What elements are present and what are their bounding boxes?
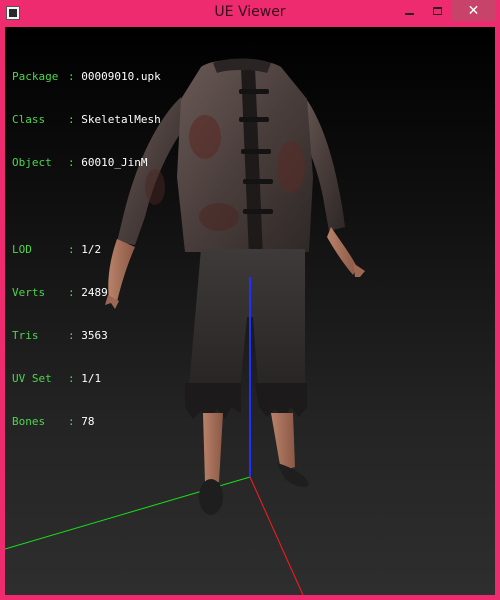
info-label: Bones bbox=[12, 415, 46, 429]
info-label: Package bbox=[12, 69, 59, 83]
info-value: 1/2 bbox=[81, 242, 102, 256]
info-value: 2489 bbox=[81, 285, 108, 299]
close-button[interactable]: ✕ bbox=[451, 0, 496, 21]
close-icon: ✕ bbox=[467, 2, 480, 19]
info-row-package: Package: 00009010.upk bbox=[12, 69, 161, 83]
minimize-icon bbox=[404, 12, 414, 15]
info-label: Tris bbox=[12, 329, 39, 343]
info-row-lod: LOD: 1/2 bbox=[12, 242, 102, 256]
info-row-object: Object: 60010_JinM bbox=[12, 156, 148, 170]
info-value: 60010_JinM bbox=[81, 156, 148, 170]
info-spacer bbox=[12, 199, 161, 213]
info-value: 00009010.upk bbox=[81, 69, 161, 83]
info-row-uvset: UV Set: 1/1 bbox=[12, 372, 102, 386]
info-value: SkeletalMesh bbox=[81, 113, 161, 127]
info-label: UV Set bbox=[12, 372, 52, 386]
info-label: Class bbox=[12, 113, 46, 127]
info-value: 1/1 bbox=[81, 372, 102, 386]
info-value: 3563 bbox=[81, 329, 108, 343]
mesh-info-overlay: Package: 00009010.upk Class: SkeletalMes… bbox=[12, 41, 161, 459]
title-bar[interactable]: UE Viewer ✕ bbox=[0, 0, 500, 27]
minimize-button[interactable] bbox=[396, 0, 422, 21]
maximize-icon bbox=[432, 6, 442, 15]
info-label: Verts bbox=[12, 285, 46, 299]
app-window: UE Viewer ✕ Package: 00009010.upk Class… bbox=[0, 0, 500, 600]
info-row-verts: Verts: 2489 bbox=[12, 285, 108, 299]
3d-viewport[interactable]: Package: 00009010.upk Class: SkeletalMes… bbox=[5, 27, 495, 595]
info-row-bones: Bones: 78 bbox=[12, 415, 95, 429]
info-label: Object bbox=[12, 156, 52, 170]
info-row-class: Class: SkeletalMesh bbox=[12, 113, 161, 127]
axis-x-line bbox=[249, 476, 304, 595]
maximize-button[interactable] bbox=[424, 0, 450, 21]
info-row-tris: Tris: 3563 bbox=[12, 329, 108, 343]
info-value: 78 bbox=[81, 415, 95, 429]
info-label: LOD bbox=[12, 242, 32, 256]
